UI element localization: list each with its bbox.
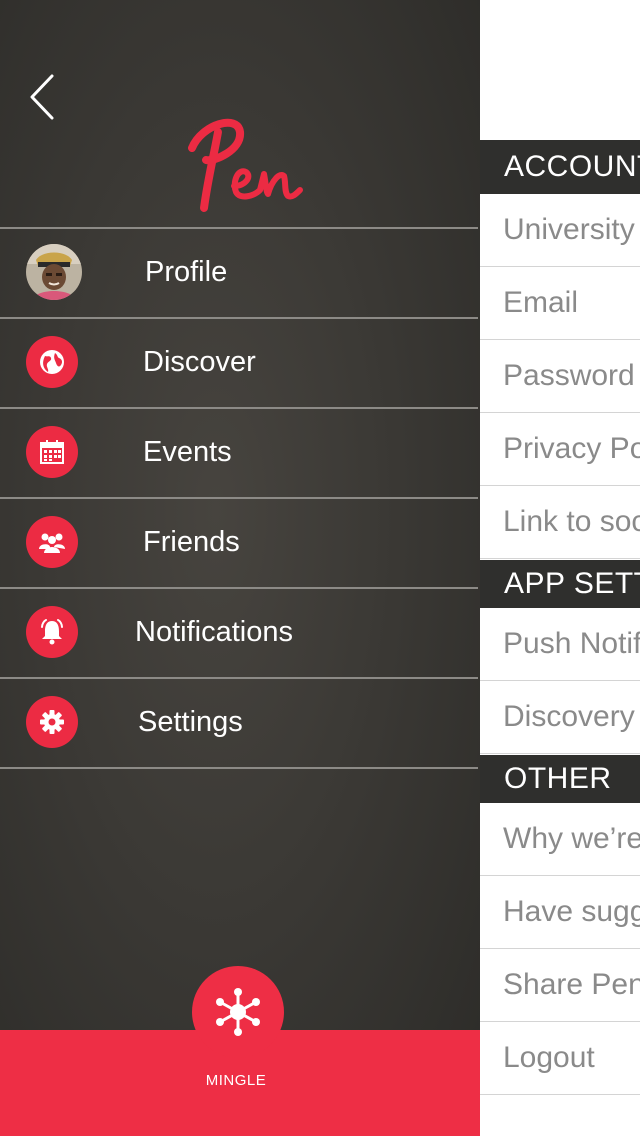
section-header-other: OTHER — [480, 755, 640, 803]
menu-label-settings: Settings — [138, 705, 243, 738]
settings-row-university[interactable]: University — [480, 194, 640, 267]
settings-panel: ACCOUNT University Email Password Privac… — [480, 0, 640, 1136]
network-hub-icon — [216, 988, 260, 1036]
settings-row-why-were[interactable]: Why we’re — [480, 803, 640, 876]
friends-icon — [39, 533, 65, 553]
settings-row-link-social[interactable]: Link to soc — [480, 486, 640, 559]
mingle-button[interactable] — [192, 966, 284, 1058]
side-menu-drawer: Profile Discover Events Friends Notifica… — [0, 0, 480, 1136]
avatar — [26, 244, 82, 300]
menu-item-friends[interactable]: Friends — [0, 497, 480, 587]
menu-label-profile: Profile — [145, 255, 228, 288]
menu-label-notifications: Notifications — [135, 615, 293, 648]
menu-icon-circle — [26, 336, 78, 388]
settings-row-share[interactable]: Share PenP — [480, 949, 640, 1022]
menu-item-notifications[interactable]: Notifications — [0, 587, 480, 677]
menu-item-discover[interactable]: Discover — [0, 317, 480, 407]
menu-divider — [0, 767, 478, 769]
menu-icon-circle — [26, 426, 78, 478]
globe-icon — [40, 350, 64, 374]
section-header-app-settings: APP SETTI — [480, 560, 640, 608]
menu-divider — [0, 407, 478, 409]
menu-item-events[interactable]: Events — [0, 407, 480, 497]
settings-row-push-notifications[interactable]: Push Notif — [480, 608, 640, 681]
menu-icon-circle — [26, 516, 78, 568]
menu-label-discover: Discover — [143, 345, 256, 378]
menu-item-settings[interactable]: Settings — [0, 677, 480, 767]
section-header-account: ACCOUNT — [480, 140, 640, 194]
gear-icon — [40, 710, 64, 734]
menu-label-events: Events — [143, 435, 232, 468]
menu-divider — [0, 227, 478, 229]
back-chevron-icon[interactable] — [22, 70, 66, 124]
calendar-icon — [40, 440, 64, 464]
settings-row-logout[interactable]: Logout — [480, 1022, 640, 1095]
settings-row-discovery[interactable]: Discovery — [480, 681, 640, 754]
settings-row-password[interactable]: Password — [480, 340, 640, 413]
pen-logo — [180, 110, 304, 220]
menu-label-friends: Friends — [143, 525, 240, 558]
menu-icon-circle — [26, 606, 78, 658]
settings-row-suggestions[interactable]: Have sugg — [480, 876, 640, 949]
settings-row-privacy-policy[interactable]: Privacy Po — [480, 413, 640, 486]
mingle-label: MINGLE — [205, 1072, 267, 1089]
menu-item-profile[interactable]: Profile — [0, 227, 480, 317]
bell-icon — [41, 619, 63, 645]
menu-icon-circle — [26, 696, 78, 748]
settings-row-email[interactable]: Email — [480, 267, 640, 340]
